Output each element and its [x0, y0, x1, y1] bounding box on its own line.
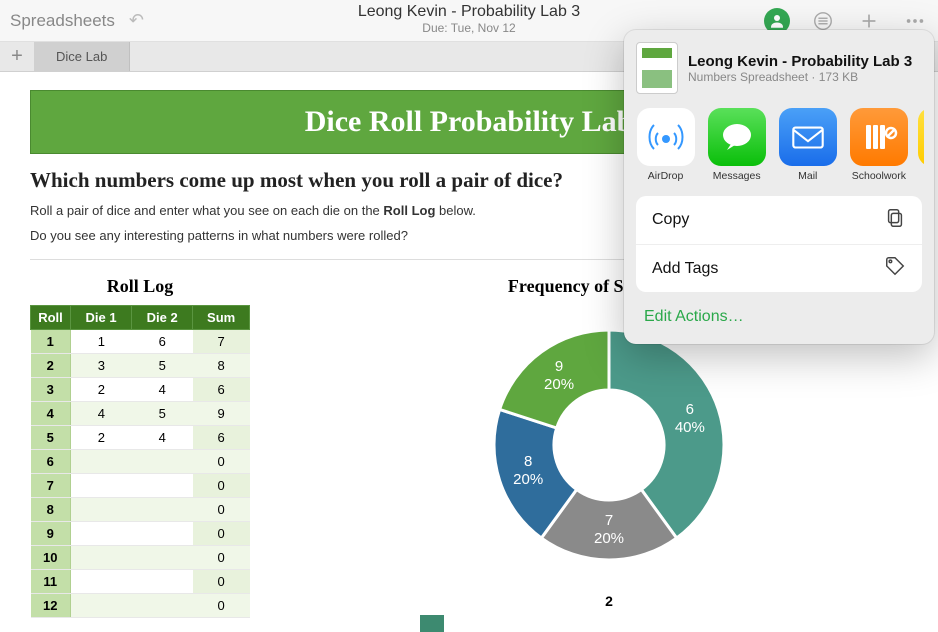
cell-d1[interactable]: 3	[71, 354, 132, 378]
tag-icon	[884, 255, 906, 282]
cell-sum[interactable]: 0	[193, 498, 250, 522]
undo-button[interactable]: ↶	[129, 10, 144, 31]
cell-roll[interactable]: 1	[31, 330, 71, 354]
add-sheet-button[interactable]: +	[0, 42, 34, 71]
action-label: Copy	[652, 211, 689, 229]
col-die2: Die 2	[132, 306, 193, 330]
donut-label: 920%	[539, 358, 579, 394]
cell-roll[interactable]: 6	[31, 450, 71, 474]
table-row[interactable]: 5246	[31, 426, 250, 450]
col-die1: Die 1	[71, 306, 132, 330]
cell-d2[interactable]	[132, 474, 193, 498]
cell-roll[interactable]: 4	[31, 402, 71, 426]
cell-sum[interactable]: 0	[193, 570, 250, 594]
cell-sum[interactable]: 6	[193, 426, 250, 450]
table-row[interactable]: 10 0	[31, 546, 250, 570]
share-app-label: AirDrop	[634, 170, 697, 182]
table-row[interactable]: 12 0	[31, 594, 250, 618]
share-app-airdrop[interactable]: AirDrop	[634, 108, 697, 182]
cell-d2[interactable]	[132, 450, 193, 474]
back-button[interactable]: Spreadsheets	[10, 11, 115, 31]
cell-roll[interactable]: 7	[31, 474, 71, 498]
cell-d2[interactable]	[132, 594, 193, 618]
cell-roll[interactable]: 2	[31, 354, 71, 378]
share-app-messages[interactable]: Messages	[705, 108, 768, 182]
cell-d1[interactable]	[71, 450, 132, 474]
cell-sum[interactable]: 6	[193, 378, 250, 402]
cell-d2[interactable]	[132, 522, 193, 546]
share-app-label: Schoolwork	[847, 170, 910, 182]
share-sheet: Leong Kevin - Probability Lab 3 Numbers …	[624, 30, 934, 344]
donut-chart: 640% 720% 820% 920%	[469, 305, 749, 585]
donut-label: 720%	[589, 512, 629, 548]
share-subtitle: Numbers Spreadsheet · 173 KB	[688, 70, 912, 84]
document-due: Due: Tue, Nov 12	[358, 21, 580, 35]
donut-label: 820%	[508, 453, 548, 489]
table-row[interactable]: 1167	[31, 330, 250, 354]
cell-d1[interactable]: 4	[71, 402, 132, 426]
cell-d1[interactable]	[71, 498, 132, 522]
table-row[interactable]: 80	[31, 498, 250, 522]
share-title: Leong Kevin - Probability Lab 3	[688, 53, 912, 70]
cell-d2[interactable]: 4	[132, 378, 193, 402]
edit-actions-button[interactable]: Edit Actions…	[636, 304, 922, 332]
cell-roll[interactable]: 9	[31, 522, 71, 546]
cell-sum[interactable]: 0	[193, 450, 250, 474]
action-copy[interactable]: Copy	[636, 196, 922, 244]
copy-icon	[884, 207, 906, 234]
cell-d2[interactable]: 5	[132, 402, 193, 426]
table-row[interactable]: 11 0	[31, 570, 250, 594]
cell-sum[interactable]: 0	[193, 474, 250, 498]
roll-log-table[interactable]: Roll Die 1 Die 2 Sum 1167235832464459524…	[30, 305, 250, 618]
cell-d1[interactable]	[71, 474, 132, 498]
table-row[interactable]: 60	[31, 450, 250, 474]
share-thumbnail	[636, 42, 678, 94]
cell-d2[interactable]: 4	[132, 426, 193, 450]
table-row[interactable]: 90	[31, 522, 250, 546]
cell-d1[interactable]	[71, 522, 132, 546]
cell-roll[interactable]: 11	[31, 570, 71, 594]
table-row[interactable]: 2358	[31, 354, 250, 378]
cell-d2[interactable]	[132, 546, 193, 570]
action-label: Add Tags	[652, 260, 718, 278]
cell-d1[interactable]	[71, 546, 132, 570]
col-sum: Sum	[193, 306, 250, 330]
action-add-tags[interactable]: Add Tags	[636, 244, 922, 292]
cell-roll[interactable]: 5	[31, 426, 71, 450]
tab-dice-lab[interactable]: Dice Lab	[34, 42, 130, 71]
cell-d2[interactable]: 6	[132, 330, 193, 354]
cell-sum[interactable]: 8	[193, 354, 250, 378]
share-app-label: Messages	[705, 170, 768, 182]
cell-d2[interactable]: 5	[132, 354, 193, 378]
cell-sum[interactable]: 0	[193, 546, 250, 570]
cell-sum[interactable]: 9	[193, 402, 250, 426]
share-app-label: Mail	[776, 170, 839, 182]
share-app-schoolwork[interactable]: Schoolwork	[847, 108, 910, 182]
document-title: Leong Kevin - Probability Lab 3	[358, 3, 580, 21]
cell-roll[interactable]: 8	[31, 498, 71, 522]
cell-sum[interactable]: 7	[193, 330, 250, 354]
table-row[interactable]: 70	[31, 474, 250, 498]
table-row[interactable]: 3246	[31, 378, 250, 402]
col-roll: Roll	[31, 306, 71, 330]
cell-d1[interactable]	[71, 594, 132, 618]
cell-d1[interactable]: 1	[71, 330, 132, 354]
table-row[interactable]: 4459	[31, 402, 250, 426]
cell-d2[interactable]	[132, 570, 193, 594]
cell-d1[interactable]: 2	[71, 426, 132, 450]
cell-sum[interactable]: 0	[193, 522, 250, 546]
cell-roll[interactable]: 10	[31, 546, 71, 570]
cell-sum[interactable]: 0	[193, 594, 250, 618]
cell-d1[interactable]	[71, 570, 132, 594]
bar-chart-partial: 2 2	[310, 593, 908, 632]
share-app-cropped[interactable]	[918, 108, 924, 182]
share-app-mail[interactable]: Mail	[776, 108, 839, 182]
cell-roll[interactable]: 3	[31, 378, 71, 402]
roll-log-title: Roll Log	[30, 276, 250, 297]
cell-roll[interactable]: 12	[31, 594, 71, 618]
cell-d1[interactable]: 2	[71, 378, 132, 402]
donut-label: 640%	[670, 401, 710, 437]
cell-d2[interactable]	[132, 498, 193, 522]
